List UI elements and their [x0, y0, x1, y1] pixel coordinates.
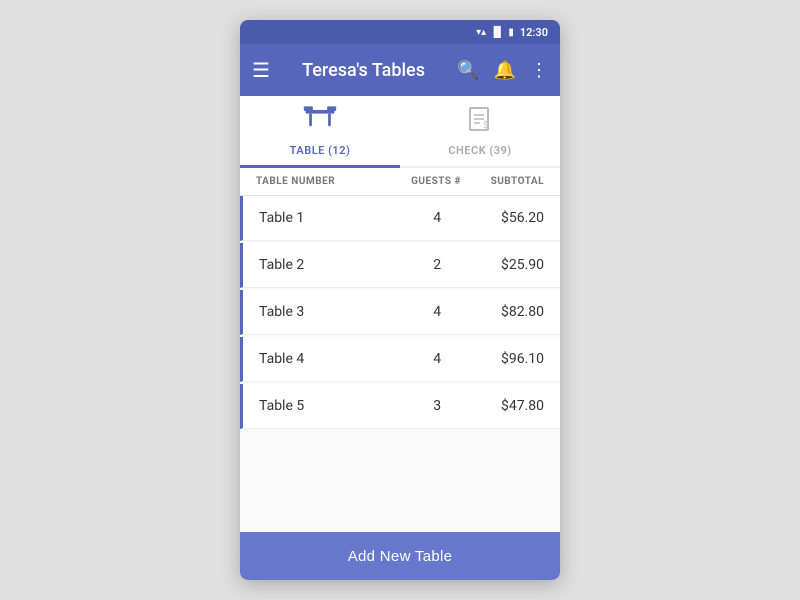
- signal-icon: ▐▌: [490, 27, 504, 38]
- header-table-number: TABLE NUMBER: [256, 176, 400, 187]
- tab-table-label: TABLE (12): [290, 144, 351, 157]
- table-icon: [302, 104, 338, 140]
- table-list: TABLE NUMBER GUESTS # SUBTOTAL Table 14$…: [240, 168, 560, 532]
- menu-icon[interactable]: ☰: [252, 58, 270, 82]
- table-name: Table 1: [259, 210, 402, 226]
- battery-icon: ▮: [508, 27, 514, 38]
- top-nav: ☰ Teresa's Tables 🔍 🔔 ⋮: [240, 44, 560, 96]
- notification-icon[interactable]: 🔔: [494, 60, 516, 81]
- table-guests: 3: [402, 398, 473, 414]
- list-header: TABLE NUMBER GUESTS # SUBTOTAL: [240, 168, 560, 196]
- status-bar: ▾▴ ▐▌ ▮ 12:30: [240, 20, 560, 44]
- table-name: Table 2: [259, 257, 402, 273]
- table-guests: 4: [402, 351, 473, 367]
- table-name: Table 3: [259, 304, 402, 320]
- status-time: 12:30: [520, 26, 548, 39]
- tab-check-label: CHECK (39): [448, 144, 511, 157]
- app-title: Teresa's Tables: [282, 60, 445, 81]
- table-subtotal: $56.20: [473, 210, 544, 226]
- table-row[interactable]: Table 44$96.10: [240, 337, 560, 382]
- table-subtotal: $25.90: [473, 257, 544, 273]
- phone-frame: ▾▴ ▐▌ ▮ 12:30 ☰ Teresa's Tables 🔍 🔔 ⋮: [240, 20, 560, 580]
- svg-text:$: $: [483, 120, 488, 131]
- table-name: Table 5: [259, 398, 402, 414]
- search-icon[interactable]: 🔍: [457, 60, 479, 81]
- table-rows-container: Table 14$56.20Table 22$25.90Table 34$82.…: [240, 196, 560, 429]
- more-icon[interactable]: ⋮: [530, 60, 548, 81]
- nav-actions: 🔍 🔔 ⋮: [457, 60, 548, 81]
- table-subtotal: $82.80: [473, 304, 544, 320]
- table-guests: 4: [402, 210, 473, 226]
- table-row[interactable]: Table 14$56.20: [240, 196, 560, 241]
- table-row[interactable]: Table 53$47.80: [240, 384, 560, 429]
- table-name: Table 4: [259, 351, 402, 367]
- tab-check[interactable]: $ CHECK (39): [400, 96, 560, 166]
- add-table-button[interactable]: Add New Table: [240, 532, 560, 580]
- tab-table[interactable]: TABLE (12): [240, 96, 400, 168]
- table-subtotal: $47.80: [473, 398, 544, 414]
- table-subtotal: $96.10: [473, 351, 544, 367]
- wifi-icon: ▾▴: [476, 27, 486, 38]
- table-guests: 4: [402, 304, 473, 320]
- check-icon: $: [466, 106, 494, 140]
- status-icons: ▾▴ ▐▌ ▮: [476, 27, 514, 38]
- table-row[interactable]: Table 22$25.90: [240, 243, 560, 288]
- tab-bar: TABLE (12) $ CHECK (39): [240, 96, 560, 168]
- header-guests: GUESTS #: [400, 176, 472, 187]
- table-guests: 2: [402, 257, 473, 273]
- header-subtotal: SUBTOTAL: [472, 176, 544, 187]
- table-row[interactable]: Table 34$82.80: [240, 290, 560, 335]
